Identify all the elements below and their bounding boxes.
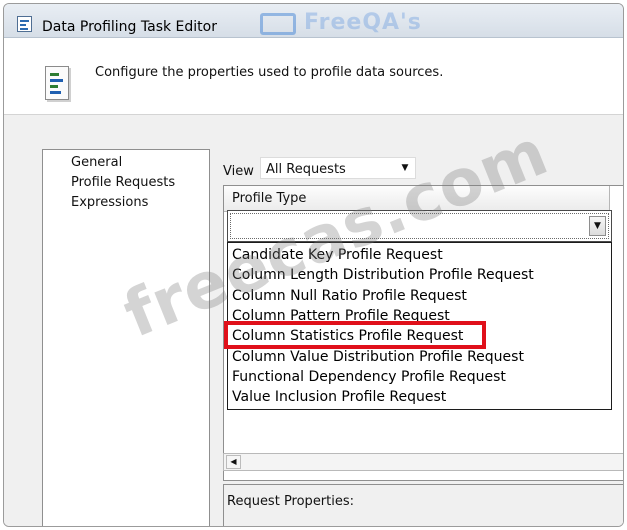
chevron-down-icon[interactable]: ▼ xyxy=(589,216,606,236)
view-label: View xyxy=(223,164,254,179)
app-icon xyxy=(17,16,32,32)
dropdown-option-column-null-ratio[interactable]: Column Null Ratio Profile Request xyxy=(232,288,467,304)
watermark-logo-text: FreeQA's xyxy=(304,10,422,35)
view-dropdown[interactable]: All Requests ▼ xyxy=(260,157,416,179)
nav-pane: General Profile Requests Expressions xyxy=(42,149,210,526)
view-dropdown-value: All Requests xyxy=(266,162,346,177)
dropdown-option-functional-dependency[interactable]: Functional Dependency Profile Request xyxy=(232,369,506,385)
dropdown-option-column-value-distribution[interactable]: Column Value Distribution Profile Reques… xyxy=(232,349,524,365)
dropdown-option-candidate-key[interactable]: Candidate Key Profile Request xyxy=(232,247,443,263)
data-profile-document-icon xyxy=(45,66,69,100)
profile-type-column-header[interactable]: Profile Type xyxy=(224,186,610,212)
dropdown-option-column-length-distribution[interactable]: Column Length Distribution Profile Reque… xyxy=(232,267,534,283)
horizontal-scrollbar[interactable]: ◀ xyxy=(223,453,623,471)
chevron-down-icon[interactable]: ▼ xyxy=(398,158,412,178)
scroll-left-icon[interactable]: ◀ xyxy=(226,455,241,469)
profile-type-combo[interactable]: ▼ xyxy=(227,210,612,242)
highlight-box xyxy=(224,321,486,349)
profile-type-header-label: Profile Type xyxy=(232,191,307,206)
request-properties-panel: Request Properties: xyxy=(223,484,623,526)
editor-window: Data Profiling Task Editor FreeQA's Conf… xyxy=(3,3,624,527)
request-properties-label: Request Properties: xyxy=(227,494,355,509)
nav-item-expressions[interactable]: Expressions xyxy=(69,195,150,210)
nav-item-general[interactable]: General xyxy=(69,155,124,170)
header-description: Configure the properties used to profile… xyxy=(95,65,444,80)
window-title: Data Profiling Task Editor xyxy=(42,19,217,35)
book-icon xyxy=(260,13,296,35)
watermark-logo: FreeQA's xyxy=(260,10,465,36)
header: Configure the properties used to profile… xyxy=(4,38,623,114)
nav-item-profile-requests[interactable]: Profile Requests xyxy=(69,175,177,190)
title-bar: Data Profiling Task Editor FreeQA's xyxy=(4,4,623,38)
dropdown-option-value-inclusion[interactable]: Value Inclusion Profile Request xyxy=(232,389,446,405)
